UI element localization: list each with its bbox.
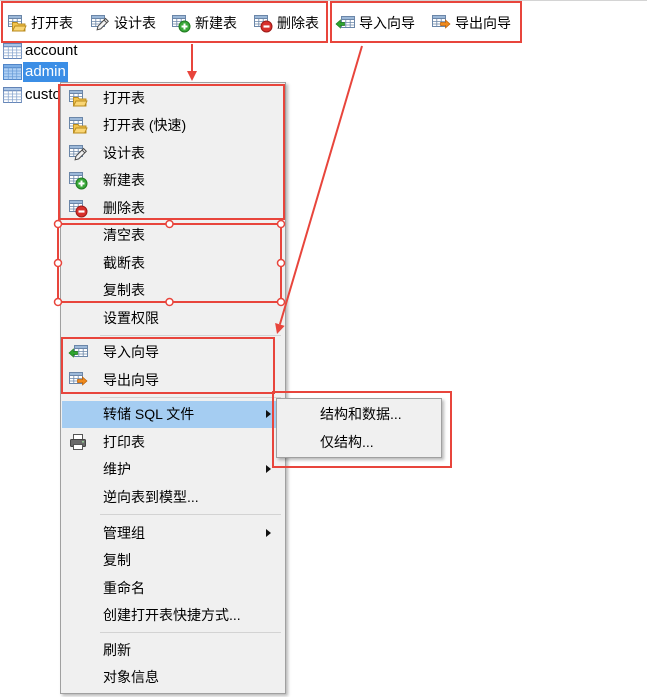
submenu-arrow-icon [266, 528, 271, 537]
submenu-item-structure-only[interactable]: 仅结构... [278, 428, 440, 456]
submenu-item-label: 仅结构... [320, 434, 374, 450]
menu-separator [100, 629, 281, 636]
import-wizard-icon [335, 13, 355, 33]
menu-item-set-permissions[interactable]: 设置权限 [62, 304, 284, 332]
menu-item-create-shortcut[interactable]: 创建打开表快捷方式... [62, 602, 284, 630]
import-wizard-icon [68, 342, 88, 362]
menu-separator [100, 511, 281, 520]
menu-item-duplicate-table[interactable]: 复制表 [62, 277, 284, 305]
tree-item-label: admin [23, 61, 68, 82]
dump-sql-submenu: 结构和数据... 仅结构... [276, 398, 442, 458]
menu-item-label: 打开表 [103, 89, 145, 106]
menu-item-label: 复制 [103, 552, 131, 569]
menu-item-open-table-quick[interactable]: 打开表 (快速) [62, 112, 284, 140]
tree-item-account[interactable]: account [2, 40, 80, 61]
menu-item-label: 新建表 [103, 172, 145, 189]
toolbar-button-label: 打开表 [31, 15, 73, 31]
toolbar-button-label: 删除表 [277, 15, 319, 31]
export-wizard-icon [431, 13, 451, 33]
menu-item-design-table[interactable]: 设计表 [62, 139, 284, 167]
new-table-icon [171, 13, 191, 33]
menu-item-delete-table[interactable]: 删除表 [62, 194, 284, 222]
toolbar-button-label: 导入向导 [359, 15, 415, 31]
submenu-arrow-icon [266, 410, 271, 419]
open-table-icon [7, 13, 27, 33]
submenu-item-label: 结构和数据... [320, 406, 402, 422]
printer-icon [68, 432, 88, 452]
toolbar-button-label: 导出向导 [455, 15, 511, 31]
delete-table-icon [68, 198, 88, 218]
export-wizard-icon [68, 370, 88, 390]
menu-item-refresh[interactable]: 刷新 [62, 636, 284, 664]
toolbar-new-table-button[interactable]: 新建表 [171, 11, 237, 35]
annotation-arrow-diagonal-shaft [278, 45, 363, 325]
tree-item-admin[interactable]: admin [2, 61, 68, 82]
menu-item-object-info[interactable]: 对象信息 [62, 664, 284, 692]
menu-item-open-table[interactable]: 打开表 [62, 84, 284, 112]
menu-item-copy[interactable]: 复制 [62, 547, 284, 575]
menu-item-label: 删除表 [103, 199, 145, 216]
submenu-arrow-icon [266, 465, 271, 474]
tree-item-label: account [25, 41, 78, 59]
menu-item-label: 截断表 [103, 254, 145, 271]
toolbar-import-wizard-button[interactable]: 导入向导 [335, 11, 415, 35]
menu-item-export-wizard[interactable]: 导出向导 [62, 366, 284, 394]
menu-item-label: 复制表 [103, 282, 145, 299]
menu-item-truncate-table[interactable]: 截断表 [62, 249, 284, 277]
menu-item-label: 重命名 [103, 579, 145, 596]
table-icon [3, 63, 22, 80]
tree-item-label: custo [25, 85, 61, 103]
menu-item-label: 导出向导 [103, 371, 159, 388]
toolbar-open-table-button[interactable]: 打开表 [7, 11, 73, 35]
menu-item-label: 逆向表到模型... [103, 488, 199, 505]
menu-item-new-table[interactable]: 新建表 [62, 167, 284, 195]
toolbar: 打开表 设计表 新建表 删除表 导入向导 导出向导 [0, 0, 647, 40]
menu-item-label: 转储 SQL 文件 [103, 406, 195, 423]
toolbar-button-label: 新建表 [195, 15, 237, 31]
menu-item-import-wizard[interactable]: 导入向导 [62, 339, 284, 367]
context-menu: 打开表 打开表 (快速) 设计表 新建表 删除表 清空表 截断表 复制表 设置权… [60, 82, 286, 694]
menu-item-label: 打印表 [103, 433, 145, 450]
design-table-icon [68, 143, 88, 163]
menu-item-label: 维护 [103, 461, 131, 478]
menu-item-label: 对象信息 [103, 669, 159, 686]
toolbar-delete-table-button[interactable]: 删除表 [253, 11, 319, 35]
menu-item-label: 导入向导 [103, 344, 159, 361]
menu-item-label: 创建打开表快捷方式... [103, 607, 241, 624]
menu-item-label: 清空表 [103, 227, 145, 244]
open-table-icon [68, 88, 88, 108]
navicat-window: 打开表 设计表 新建表 删除表 导入向导 导出向导 account admin … [0, 0, 647, 697]
design-table-icon [90, 13, 110, 33]
menu-item-label: 刷新 [103, 641, 131, 658]
delete-table-icon [253, 13, 273, 33]
menu-item-reverse-table-to-model[interactable]: 逆向表到模型... [62, 483, 284, 511]
menu-item-rename[interactable]: 重命名 [62, 574, 284, 602]
open-table-icon [68, 115, 88, 135]
toolbar-design-table-button[interactable]: 设计表 [90, 11, 156, 35]
submenu-item-structure-and-data[interactable]: 结构和数据... [278, 400, 440, 428]
tree-item-custo[interactable]: custo [2, 84, 63, 105]
menu-item-label: 设置权限 [103, 309, 159, 326]
new-table-icon [68, 170, 88, 190]
toolbar-button-label: 设计表 [114, 15, 156, 31]
menu-item-dump-sql-file[interactable]: 转储 SQL 文件 [62, 400, 284, 428]
menu-separator [100, 332, 281, 339]
menu-item-maintain[interactable]: 维护 [62, 456, 284, 484]
menu-item-label: 管理组 [103, 524, 145, 541]
menu-item-empty-table[interactable]: 清空表 [62, 222, 284, 250]
menu-item-manage-group[interactable]: 管理组 [62, 519, 284, 547]
table-icon [3, 87, 22, 103]
menu-item-print-table[interactable]: 打印表 [62, 428, 284, 456]
menu-separator [100, 394, 281, 401]
annotation-arrow-down-head [187, 71, 197, 81]
menu-item-label: 设计表 [103, 144, 145, 161]
toolbar-export-wizard-button[interactable]: 导出向导 [431, 11, 511, 35]
menu-item-label: 打开表 (快速) [103, 117, 187, 134]
table-icon [3, 43, 22, 59]
